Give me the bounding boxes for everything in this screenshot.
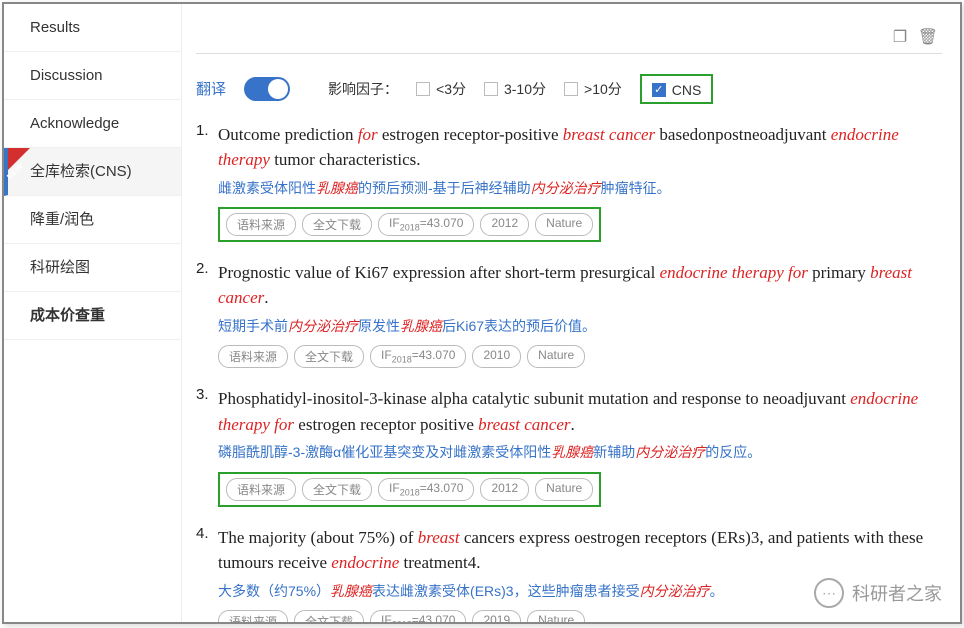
- download-chip[interactable]: 全文下载: [302, 478, 372, 501]
- year-chip[interactable]: 2019: [472, 610, 521, 622]
- result-translation: 短期手术前内分泌治疗原发性乳腺癌后Ki67表达的预后价值。: [218, 315, 942, 337]
- result-2: 2.Prognostic value of Ki67 expression af…: [196, 260, 942, 368]
- year-chip[interactable]: 2012: [480, 478, 529, 501]
- result-tags: 语料来源全文下载 IF2018=43.070 2019 Nature: [218, 610, 942, 622]
- result-title[interactable]: Prognostic value of Ki67 expression afte…: [218, 260, 942, 311]
- result-tags: 语料来源全文下载 IF2018=43.070 2010 Nature: [218, 345, 942, 368]
- filter-cns[interactable]: CNS: [652, 82, 702, 98]
- year-chip[interactable]: 2012: [480, 213, 529, 236]
- copy-icon[interactable]: ❐: [893, 29, 907, 46]
- result-number: 4.: [196, 525, 218, 622]
- filter-gt10[interactable]: >10分: [564, 79, 622, 99]
- result-translation: 雌激素受体阳性乳腺癌的预后预测-基于后神经辅助内分泌治疗肿瘤特征。: [218, 177, 942, 199]
- filter-bar: 翻译 影响因子： <3分 3-10分 >10分 CNS: [196, 68, 942, 122]
- sidebar-item-0[interactable]: Results: [4, 4, 181, 52]
- filter-lt3[interactable]: <3分: [416, 79, 466, 99]
- result-tags: 语料来源全文下载 IF2018=43.070 2012 Nature: [218, 207, 601, 242]
- wechat-icon: ⋯: [814, 578, 844, 608]
- filter-3-10[interactable]: 3-10分: [484, 79, 546, 99]
- trash-icon[interactable]: 🗑: [918, 29, 938, 46]
- watermark: ⋯ 科研者之家: [814, 578, 942, 608]
- journal-chip[interactable]: Nature: [527, 345, 585, 368]
- download-chip[interactable]: 全文下载: [302, 213, 372, 236]
- sidebar-item-2[interactable]: Acknowledge: [4, 100, 181, 148]
- new-badge: NEW: [8, 148, 30, 170]
- top-divider: ❐ 🗑: [196, 4, 942, 54]
- sidebar-item-3[interactable]: 全库检索(CNS)NEW: [4, 148, 181, 196]
- journal-chip[interactable]: Nature: [535, 478, 593, 501]
- results-list: 1.Outcome prediction for estrogen recept…: [196, 122, 942, 623]
- sidebar-item-6[interactable]: 成本价查重: [4, 292, 181, 340]
- result-title[interactable]: Phosphatidyl-inositol-3-kinase alpha cat…: [218, 386, 942, 437]
- result-translation: 磷脂酰肌醇-3-激酶α催化亚基突变及对雌激素受体阳性乳腺癌新辅助内分泌治疗的反应…: [218, 441, 942, 463]
- journal-chip[interactable]: Nature: [535, 213, 593, 236]
- result-number: 2.: [196, 260, 218, 368]
- result-number: 1.: [196, 122, 218, 242]
- journal-chip[interactable]: Nature: [527, 610, 585, 622]
- download-chip[interactable]: 全文下载: [294, 345, 364, 368]
- sidebar-item-5[interactable]: 科研绘图: [4, 244, 181, 292]
- sidebar-item-4[interactable]: 降重/润色: [4, 196, 181, 244]
- source-chip[interactable]: 语料来源: [226, 478, 296, 501]
- if-chip[interactable]: IF2018=43.070: [378, 478, 474, 501]
- if-chip[interactable]: IF2018=43.070: [370, 345, 466, 368]
- main-panel: ❐ 🗑 翻译 影响因子： <3分 3-10分 >10分 CNS 1.Outcom…: [182, 4, 960, 622]
- if-chip[interactable]: IF2018=43.070: [370, 610, 466, 622]
- source-chip[interactable]: 语料来源: [218, 345, 288, 368]
- result-title[interactable]: The majority (about 75%) of breast cance…: [218, 525, 942, 576]
- translate-label: 翻译: [196, 78, 226, 99]
- source-chip[interactable]: 语料来源: [226, 213, 296, 236]
- if-chip[interactable]: IF2018=43.070: [378, 213, 474, 236]
- translate-toggle[interactable]: [244, 77, 290, 101]
- download-chip[interactable]: 全文下载: [294, 610, 364, 622]
- result-1: 1.Outcome prediction for estrogen recept…: [196, 122, 942, 242]
- sidebar: ResultsDiscussionAcknowledge全库检索(CNS)NEW…: [4, 4, 182, 622]
- impact-label: 影响因子：: [328, 79, 398, 99]
- year-chip[interactable]: 2010: [472, 345, 521, 368]
- sidebar-item-1[interactable]: Discussion: [4, 52, 181, 100]
- result-number: 3.: [196, 386, 218, 506]
- result-3: 3.Phosphatidyl-inositol-3-kinase alpha c…: [196, 386, 942, 506]
- result-tags: 语料来源全文下载 IF2018=43.070 2012 Nature: [218, 472, 601, 507]
- source-chip[interactable]: 语料来源: [218, 610, 288, 622]
- result-title[interactable]: Outcome prediction for estrogen receptor…: [218, 122, 942, 173]
